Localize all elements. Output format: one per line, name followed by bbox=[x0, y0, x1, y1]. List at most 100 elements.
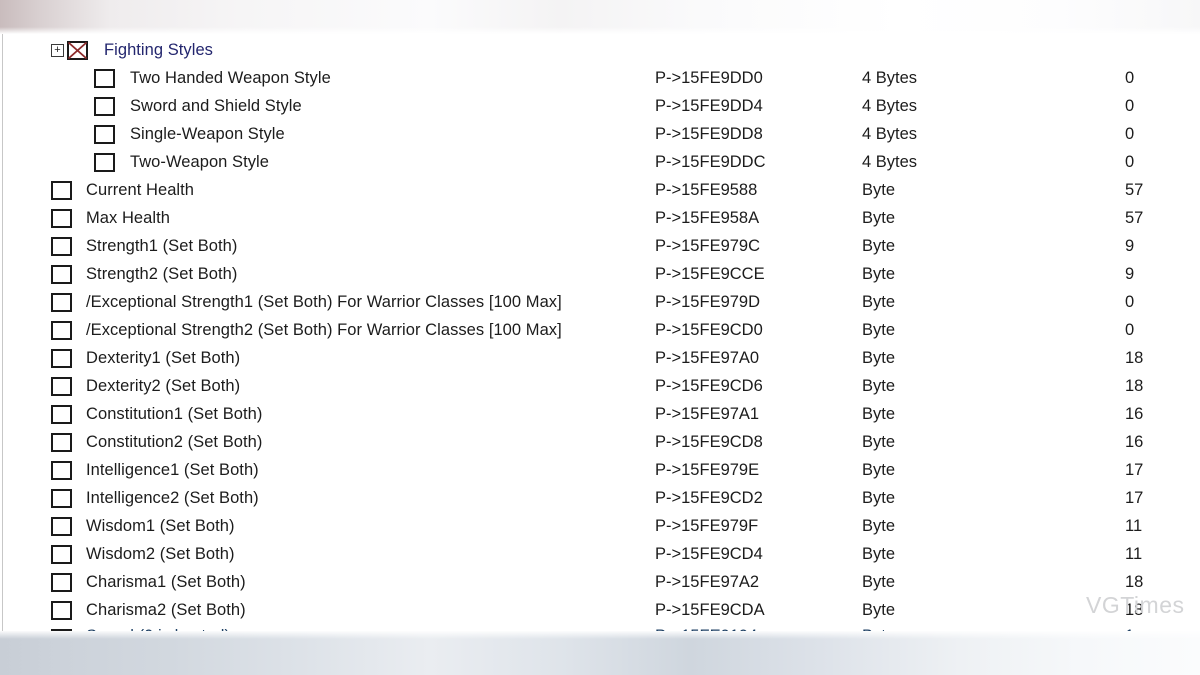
row-type: Byte bbox=[862, 488, 896, 507]
table-row[interactable]: Sword and Shield Style P->15FE9DD4 4 Bytes… bbox=[0, 92, 1200, 120]
table-row[interactable]: Strength1 (Set Both) P->15FE979C Byte 9 bbox=[0, 232, 1200, 260]
table-row[interactable]: Dexterity1 (Set Both) P->15FE97A0 Byte 18 bbox=[0, 344, 1200, 372]
row-checkbox[interactable] bbox=[67, 41, 88, 60]
table-row[interactable]: Speed (0 is hasted) P->15FE9194 Byte 1 bbox=[0, 624, 1200, 648]
row-value: 16 bbox=[1125, 404, 1144, 423]
row-checkbox[interactable] bbox=[51, 377, 72, 396]
row-value: 57 bbox=[1125, 208, 1144, 227]
row-checkbox[interactable] bbox=[94, 125, 115, 144]
row-type: Byte bbox=[862, 320, 896, 339]
table-row[interactable]: /Exceptional Strength2 (Set Both) For Wa… bbox=[0, 316, 1200, 344]
checkbox-unchecked-icon[interactable] bbox=[51, 545, 72, 564]
checkbox-unchecked-icon[interactable] bbox=[51, 181, 72, 200]
row-type: Byte bbox=[862, 516, 896, 535]
row-checkbox[interactable] bbox=[94, 153, 115, 172]
table-row[interactable]: Wisdom1 (Set Both) P->15FE979F Byte 11 bbox=[0, 512, 1200, 540]
row-label: Two-Weapon Style bbox=[130, 152, 269, 171]
table-row[interactable]: Constitution2 (Set Both) P->15FE9CD8 Byte 1… bbox=[0, 428, 1200, 456]
row-value: 9 bbox=[1125, 236, 1135, 255]
checkbox-unchecked-icon[interactable] bbox=[94, 97, 115, 116]
row-checkbox[interactable] bbox=[94, 69, 115, 88]
row-checkbox[interactable] bbox=[51, 237, 72, 256]
row-label: Dexterity1 (Set Both) bbox=[86, 348, 241, 367]
row-type: Byte bbox=[862, 626, 896, 645]
checkbox-unchecked-icon[interactable] bbox=[51, 265, 72, 284]
row-type: Byte bbox=[862, 404, 896, 423]
row-type: Byte bbox=[862, 376, 896, 395]
checkbox-unchecked-icon[interactable] bbox=[51, 377, 72, 396]
row-checkbox[interactable] bbox=[51, 209, 72, 228]
table-row[interactable]: Constitution1 (Set Both) P->15FE97A1 Byte 1… bbox=[0, 400, 1200, 428]
checkbox-unchecked-icon[interactable] bbox=[51, 461, 72, 480]
row-address: P->15FE958A bbox=[655, 208, 760, 227]
row-label: Charisma1 (Set Both) bbox=[86, 572, 246, 591]
row-checkbox[interactable] bbox=[94, 97, 115, 116]
row-checkbox[interactable] bbox=[51, 293, 72, 312]
row-address: P->15FE97A0 bbox=[655, 348, 760, 367]
checkbox-unchecked-icon[interactable] bbox=[51, 489, 72, 508]
row-address: P->15FE9CD8 bbox=[655, 432, 763, 451]
table-row[interactable]: Wisdom2 (Set Both) P->15FE9CD4 Byte 11 bbox=[0, 540, 1200, 568]
row-checkbox[interactable] bbox=[51, 489, 72, 508]
row-checkbox[interactable] bbox=[51, 405, 72, 424]
row-checkbox[interactable] bbox=[51, 349, 72, 368]
row-checkbox[interactable] bbox=[51, 461, 72, 480]
table-row[interactable]: Charisma2 (Set Both) P->15FE9CDA Byte 18 bbox=[0, 596, 1200, 624]
checkbox-unchecked-icon[interactable] bbox=[51, 209, 72, 228]
row-label: Two Handed Weapon Style bbox=[130, 68, 331, 87]
row-checkbox[interactable] bbox=[51, 601, 72, 620]
row-checkbox[interactable] bbox=[51, 433, 72, 452]
row-type: 4 Bytes bbox=[862, 68, 918, 87]
row-type: 4 Bytes bbox=[862, 124, 918, 143]
row-value: 11 bbox=[1125, 544, 1143, 563]
checkbox-unchecked-icon[interactable] bbox=[94, 69, 115, 88]
checkbox-unchecked-icon[interactable] bbox=[94, 153, 115, 172]
table-row[interactable]: Single-Weapon Style P->15FE9DD8 4 Bytes 0 bbox=[0, 120, 1200, 148]
table-row[interactable]: Max Health P->15FE958A Byte 57 bbox=[0, 204, 1200, 232]
row-checkbox[interactable] bbox=[51, 573, 72, 592]
table-row[interactable]: Charisma1 (Set Both) P->15FE97A2 Byte 18 bbox=[0, 568, 1200, 596]
row-value: 0 bbox=[1125, 96, 1135, 115]
table-row[interactable]: Strength2 (Set Both) P->15FE9CCE Byte 9 bbox=[0, 260, 1200, 288]
checkbox-unchecked-icon[interactable] bbox=[51, 237, 72, 256]
row-checkbox[interactable] bbox=[51, 629, 72, 648]
table-row[interactable]: + Fighting Styles bbox=[0, 36, 1200, 64]
table-row[interactable]: Current Health P->15FE9588 Byte 57 bbox=[0, 176, 1200, 204]
checkbox-unchecked-icon[interactable] bbox=[51, 433, 72, 452]
checkbox-unchecked-icon[interactable] bbox=[51, 321, 72, 340]
row-label: Constitution2 (Set Both) bbox=[86, 432, 263, 451]
row-address: P->15FE979C bbox=[655, 236, 761, 255]
checkbox-unchecked-icon[interactable] bbox=[51, 517, 72, 536]
checkbox-unchecked-icon[interactable] bbox=[51, 405, 72, 424]
table-row[interactable]: Two-Weapon Style P->15FE9DDC 4 Bytes 0 bbox=[0, 148, 1200, 176]
checkbox-unchecked-icon[interactable] bbox=[51, 573, 72, 592]
checkbox-unchecked-icon[interactable] bbox=[51, 293, 72, 312]
row-checkbox[interactable] bbox=[51, 265, 72, 284]
table-row[interactable]: Two Handed Weapon Style P->15FE9DD0 4 Byte… bbox=[0, 64, 1200, 92]
row-label: Wisdom2 (Set Both) bbox=[86, 544, 235, 563]
row-address: P->15FE9CCE bbox=[655, 264, 765, 283]
checkbox-unchecked-icon[interactable] bbox=[94, 125, 115, 144]
row-address: P->15FE9CDA bbox=[655, 600, 765, 619]
row-checkbox[interactable] bbox=[51, 545, 72, 564]
row-address: P->15FE9DD0 bbox=[655, 68, 763, 87]
table-row[interactable]: Intelligence1 (Set Both) P->15FE979E Byte 1… bbox=[0, 456, 1200, 484]
table-row[interactable]: /Exceptional Strength1 (Set Both) For Wa… bbox=[0, 288, 1200, 316]
checkbox-checked-icon[interactable] bbox=[67, 41, 88, 60]
expand-plus-icon[interactable]: + bbox=[51, 44, 64, 57]
checkbox-unchecked-icon[interactable] bbox=[51, 629, 72, 648]
row-type: Byte bbox=[862, 432, 896, 451]
row-value: 17 bbox=[1125, 460, 1144, 479]
table-row[interactable]: Intelligence2 (Set Both) P->15FE9CD2 Byte 1… bbox=[0, 484, 1200, 512]
row-label: Current Health bbox=[86, 180, 194, 199]
row-checkbox[interactable] bbox=[51, 321, 72, 340]
row-checkbox[interactable] bbox=[51, 517, 72, 536]
row-value: 0 bbox=[1125, 320, 1135, 339]
top-letterbox-band bbox=[0, 0, 1200, 34]
row-label: Fighting Styles bbox=[104, 40, 213, 59]
table-row[interactable]: Dexterity2 (Set Both) P->15FE9CD6 Byte 18 bbox=[0, 372, 1200, 400]
row-checkbox[interactable] bbox=[51, 181, 72, 200]
cheat-table-list[interactable]: + Fighting Styles Two Handed Weapon Style P… bbox=[0, 36, 1200, 648]
checkbox-unchecked-icon[interactable] bbox=[51, 349, 72, 368]
checkbox-unchecked-icon[interactable] bbox=[51, 601, 72, 620]
